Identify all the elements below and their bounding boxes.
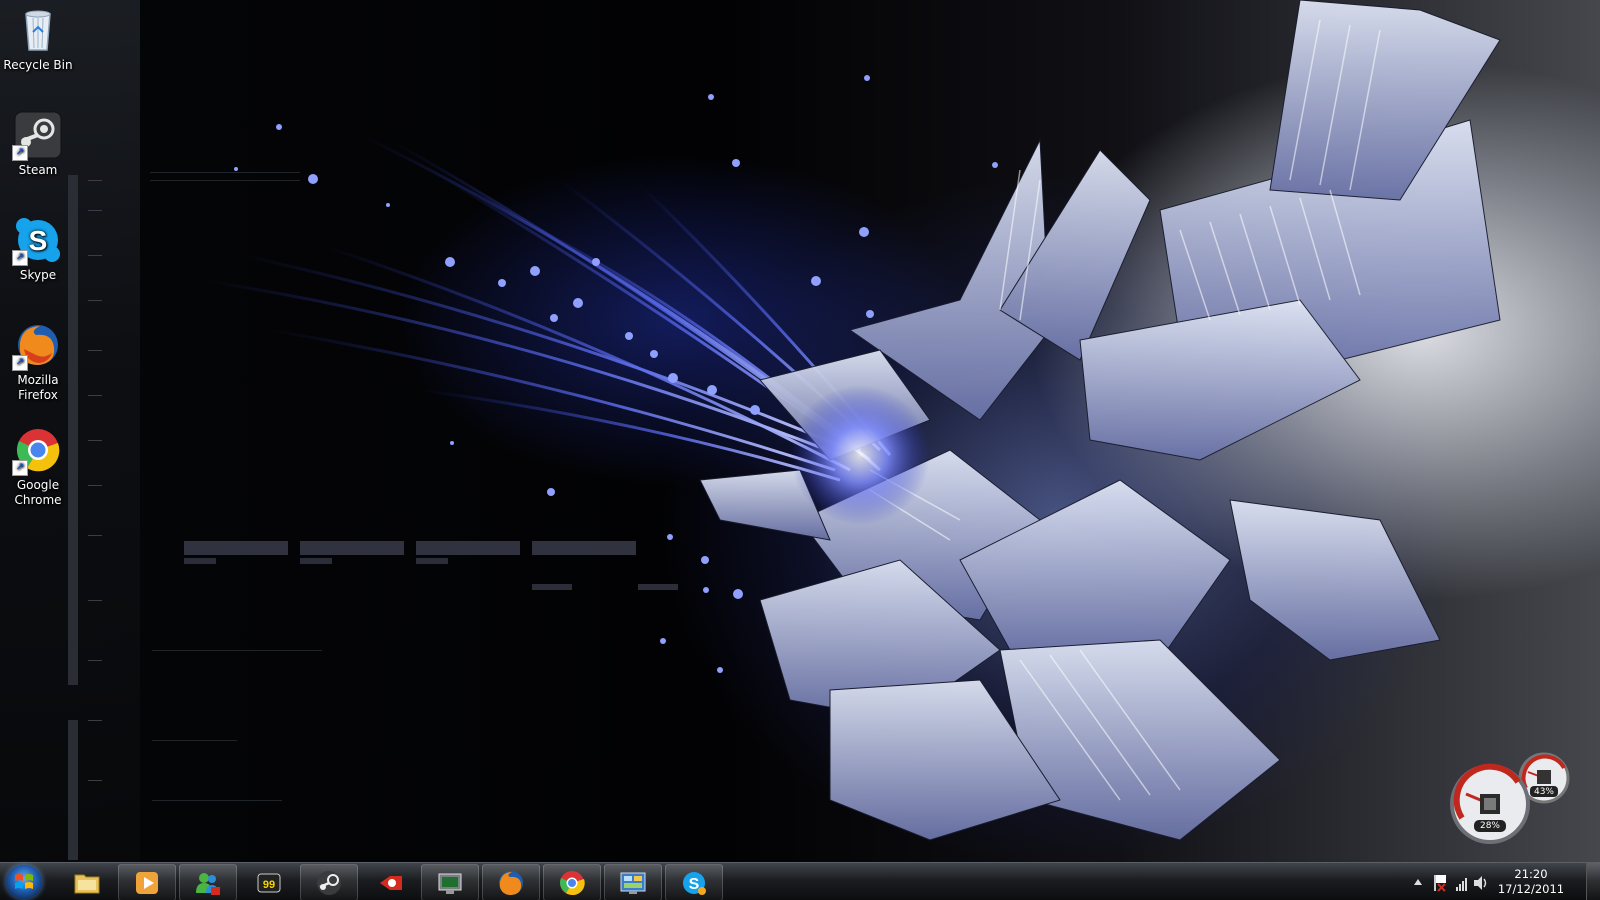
desktop-icon-label: Steam: [18, 163, 58, 177]
taskbar-steam[interactable]: [300, 864, 358, 900]
taskbar-cpu-z[interactable]: [421, 864, 479, 900]
gadget-dials: [1450, 752, 1570, 844]
volume-icon[interactable]: [1474, 876, 1487, 890]
recycle-bin-icon: [14, 6, 62, 54]
network-signal-icon[interactable]: [1456, 878, 1467, 891]
hamachi-icon: [380, 876, 402, 890]
shortcut-arrow-icon: ↗: [12, 145, 28, 161]
desktop-icon-label: Recycle Bin: [3, 58, 73, 72]
chrome-icon: [560, 871, 585, 896]
taskbar-mozilla-firefox[interactable]: [482, 864, 540, 900]
taskbar-windows-live-messenger[interactable]: [179, 864, 237, 900]
taskbar-windows-explorer[interactable]: [58, 864, 116, 900]
steam-icon: [317, 871, 341, 895]
taskbar-google-chrome[interactable]: [543, 864, 601, 900]
folder-icon: [74, 874, 100, 894]
media-player-icon: [136, 872, 158, 894]
firefox-icon: ↗: [12, 321, 62, 371]
taskbar-fraps[interactable]: 99: [240, 864, 298, 900]
cpu-usage-value: 28%: [1479, 821, 1500, 831]
taskbar: 99 S 21:20 17/12/2011: [0, 862, 1600, 900]
taskbar-skype[interactable]: S: [665, 864, 723, 900]
firefox-icon: [499, 871, 523, 895]
wallpaper-artwork: [199, 0, 1501, 841]
desktop[interactable]: Recycle Bin ↗ Steam S ↗ Skype ↗ Mozilla …: [0, 0, 1600, 862]
windows-logo-icon: [15, 874, 33, 889]
taskbar-control-panel[interactable]: [604, 864, 662, 900]
taskbar-clock[interactable]: 21:20 17/12/2011: [1496, 867, 1566, 897]
svg-text:S: S: [29, 225, 48, 256]
steam-icon: ↗: [12, 111, 62, 161]
messenger-icon: [196, 873, 220, 895]
action-center-flag-icon[interactable]: [1434, 875, 1446, 892]
clock-time: 21:20: [1514, 867, 1548, 881]
cpuz-icon: [438, 873, 462, 894]
control-panel-icon: [620, 872, 646, 894]
desktop-icon-recycle-bin[interactable]: Recycle Bin: [2, 6, 74, 73]
svg-text:99: 99: [263, 879, 275, 891]
desktop-icon-steam[interactable]: ↗ Steam: [2, 111, 74, 178]
memory-usage-value: 43%: [1533, 787, 1554, 797]
show-desktop-button[interactable]: [1586, 863, 1600, 900]
shortcut-arrow-icon: ↗: [12, 250, 28, 266]
desktop-icon-skype[interactable]: S ↗ Skype: [2, 216, 74, 283]
show-hidden-icons-arrow-icon[interactable]: [1414, 879, 1422, 885]
desktop-icon-label: Skype: [19, 268, 57, 282]
desktop-icon-label: Mozilla Firefox: [17, 373, 59, 402]
start-button[interactable]: [6, 865, 42, 899]
desktop-icon-chrome[interactable]: ↗ Google Chrome: [2, 426, 74, 508]
clock-date: 17/12/2011: [1497, 882, 1565, 896]
skype-icon: S ↗: [12, 216, 62, 266]
desktop-icon-firefox[interactable]: ↗ Mozilla Firefox: [2, 321, 74, 403]
shortcut-arrow-icon: ↗: [12, 355, 28, 371]
taskbar-windows-media-player[interactable]: [118, 864, 176, 900]
skype-icon: S: [683, 872, 706, 895]
svg-text:S: S: [689, 876, 700, 893]
fraps-icon: 99: [257, 873, 281, 893]
cpu-meter-gadget[interactable]: 28% 43%: [1450, 752, 1590, 852]
system-tray: [1410, 863, 1490, 900]
shortcut-arrow-icon: ↗: [12, 460, 28, 476]
chrome-icon: ↗: [12, 426, 62, 476]
desktop-icon-label: Google Chrome: [14, 478, 62, 507]
taskbar-logmein-hamachi[interactable]: [361, 864, 419, 900]
